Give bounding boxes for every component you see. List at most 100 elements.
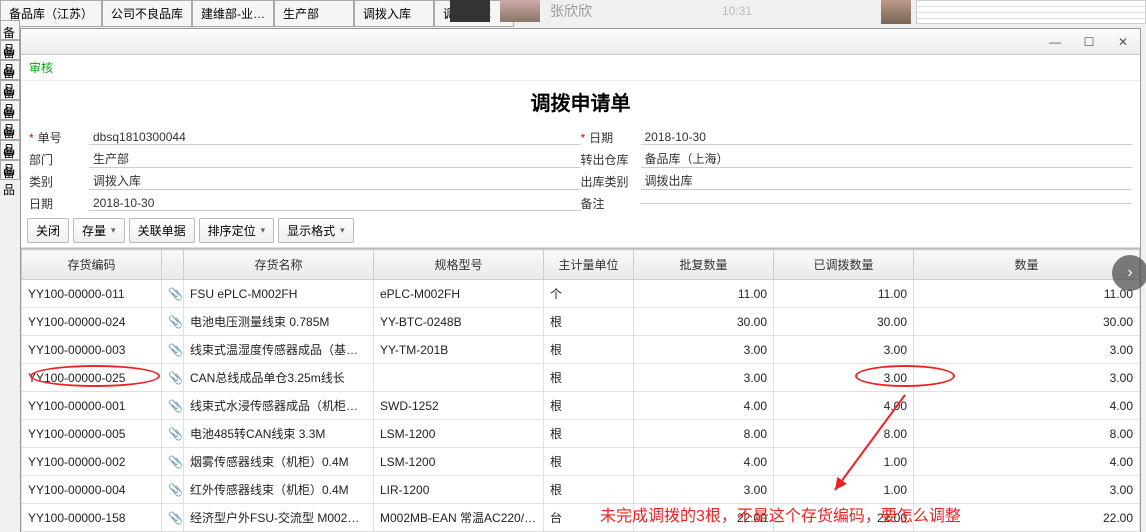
header-field: 日期2018-10-30 [29,192,581,214]
field-value[interactable]: dbsq1810300044 [89,130,581,145]
attachment-icon[interactable]: 📎 [162,280,184,308]
table-row[interactable]: YY100-00000-002📎烟雾传感器线束（机柜）0.4MLSM-1200根… [22,448,1140,476]
cell: YY-BTC-0248B [374,308,544,336]
annotation-text: 未完成调拨的3根，不是这个存货编码，要怎么调整 [600,502,961,526]
transfer-request-window: — ☐ ✕ 审核 调拨申请单 *单号dbsq1810300044部门生产部类别调… [20,28,1141,532]
close-button[interactable]: ✕ [1106,32,1140,52]
field-label: 出库类别 [581,173,641,190]
column-header[interactable]: 主计量单位 [544,250,634,280]
header-field: 类别调拨入库 [29,170,581,192]
table-row[interactable]: YY100-00000-011📎FSU ePLC-M002FHePLC-M002… [22,280,1140,308]
cell: 根 [544,448,634,476]
attachment-icon[interactable]: 📎 [162,336,184,364]
attachment-icon[interactable]: 📎 [162,448,184,476]
bg-tab[interactable]: 公司不良品库 [102,0,192,27]
cell: 根 [544,336,634,364]
toolbar-format-button[interactable]: 显示格式 [278,218,354,243]
column-header[interactable]: 已调拨数量 [774,250,914,280]
column-header[interactable]: 存货名称 [184,250,374,280]
toolbar-sort-button[interactable]: 排序定位 [199,218,275,243]
cell: YY100-00000-005 [22,420,162,448]
attachment-icon[interactable]: 📎 [162,420,184,448]
attachment-icon[interactable]: 📎 [162,504,184,532]
column-header[interactable]: 存货编码 [22,250,162,280]
taskbar-time: 10:31 [722,4,752,18]
attachment-icon[interactable]: 📎 [162,308,184,336]
qty-cell: 3.00 [914,336,1140,364]
cell: 电池485转CAN线束 3.3M [184,420,374,448]
scroll-right-hint[interactable]: › [1112,255,1146,291]
photo-thumb [500,0,540,22]
user-name: 张欣欣 [550,1,592,21]
field-value[interactable]: 2018-10-30 [641,130,1133,145]
table-row[interactable]: YY100-00000-001📎线束式水浸传感器成品（机柜…SWD-1252根4… [22,392,1140,420]
cell: FSU ePLC-M002FH [184,280,374,308]
cell: 根 [544,308,634,336]
header-field: *单号dbsq1810300044 [29,126,581,148]
cell: 电池电压测量线束 0.785M [184,308,374,336]
cell: YY100-00000-004 [22,476,162,504]
field-label: 日期 [29,195,89,212]
cell: 线束式温湿度传感器成品（基… [184,336,374,364]
qty-cell: 4.00 [914,392,1140,420]
minimize-button[interactable]: — [1038,32,1072,52]
taskbar-mock: 张欣欣 10:31 [450,0,752,22]
field-value[interactable]: 调拨入库 [89,172,581,190]
toolbar-close-button[interactable]: 关闭 [27,218,69,243]
approve-bar: 审核 [21,55,1140,81]
approve-link[interactable]: 审核 [29,61,53,75]
attachment-icon[interactable]: 📎 [162,392,184,420]
table-row[interactable]: YY100-00000-025📎CAN总线成品单仓3.25m线长根3.003.0… [22,364,1140,392]
column-header[interactable] [162,250,184,280]
qty-cell: 1.00 [774,476,914,504]
attachment-icon[interactable]: 📎 [162,476,184,504]
column-header[interactable]: 规格型号 [374,250,544,280]
wechat-icon [450,0,490,22]
table-row[interactable]: YY100-00000-004📎红外传感器线束（机柜）0.4MLIR-1200根… [22,476,1140,504]
items-grid: 存货编码存货名称规格型号主计量单位批复数量已调拨数量数量 YY100-00000… [21,248,1140,532]
field-value[interactable]: 备品库（上海） [641,150,1133,168]
header-field: 转出仓库备品库（上海） [581,148,1133,170]
bg-tab[interactable]: 调拨入库 [354,0,434,27]
cell: 根 [544,476,634,504]
column-header[interactable]: 批复数量 [634,250,774,280]
toolbar-stock-button[interactable]: 存量 [73,218,125,243]
qty-cell: 11.00 [634,280,774,308]
cell: LIR-1200 [374,476,544,504]
header-field: *日期2018-10-30 [581,126,1133,148]
bg-tab[interactable]: 生产部 [274,0,354,27]
field-label: *单号 [29,129,89,146]
table-row[interactable]: YY100-00000-024📎电池电压测量线束 0.785MYY-BTC-02… [22,308,1140,336]
column-header[interactable]: 数量 [914,250,1140,280]
cell [374,364,544,392]
maximize-button[interactable]: ☐ [1072,32,1106,52]
cell: LSM-1200 [374,420,544,448]
bg-tab[interactable]: 建维部-业… [192,0,274,27]
field-value[interactable]: 生产部 [89,150,581,168]
qty-cell: 4.00 [914,448,1140,476]
attachment-icon[interactable]: 📎 [162,364,184,392]
photo-thumb-2 [881,0,911,24]
cell: YY100-00000-001 [22,392,162,420]
cell: 经济型户外FSU-交流型 M002… [184,504,374,532]
header-left-column: *单号dbsq1810300044部门生产部类别调拨入库日期2018-10-30 [29,126,581,214]
header-field: 备注 [581,192,1133,214]
field-label: 类别 [29,173,89,190]
table-row[interactable]: YY100-00000-005📎电池485转CAN线束 3.3MLSM-1200… [22,420,1140,448]
qty-cell: 8.00 [634,420,774,448]
cell: YY100-00000-025 [22,364,162,392]
qty-cell: 4.00 [774,392,914,420]
qty-cell: 4.00 [634,448,774,476]
field-label: *日期 [581,129,641,146]
table-row[interactable]: YY100-00000-003📎线束式温湿度传感器成品（基…YY-TM-201B… [22,336,1140,364]
field-value[interactable]: 2018-10-30 [89,196,581,211]
side-tab[interactable]: 备品 [0,20,20,40]
qty-cell: 8.00 [914,420,1140,448]
field-value[interactable] [641,203,1133,204]
field-value[interactable]: 调拨出库 [641,172,1133,190]
field-label: 备注 [581,195,641,212]
toolbar-assoc-button[interactable]: 关联单据 [129,218,195,243]
qty-cell: 4.00 [634,392,774,420]
table-row[interactable]: YY100-00000-158📎经济型户外FSU-交流型 M002…M002MB… [22,504,1140,532]
qty-cell: 3.00 [774,364,914,392]
